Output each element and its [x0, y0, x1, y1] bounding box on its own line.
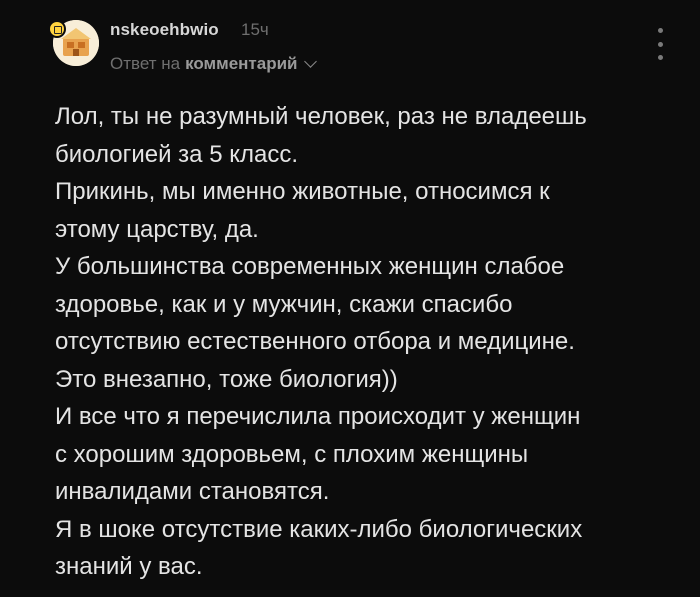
- comment-header: nskeoehbwio 15ч Ответ на комментарий: [0, 0, 700, 90]
- comment-timestamp: 15ч: [241, 20, 269, 39]
- comment-line: отсутствию естественного отбора и медици…: [55, 328, 575, 355]
- more-vertical-icon[interactable]: [652, 28, 668, 60]
- reply-target[interactable]: комментарий: [185, 54, 297, 74]
- more-dot: [657, 28, 663, 33]
- more-dot: [657, 41, 663, 47]
- comment-line: инвалидами становятся.: [55, 478, 330, 505]
- comment-line: Я в шоке отсутствие каких-либо биологиче…: [55, 515, 583, 543]
- chevron-down-icon[interactable]: [304, 55, 318, 68]
- comment-line: этому царству, да.: [55, 215, 259, 243]
- comment-line: Прикинь, мы именно животные, относимся к: [55, 178, 550, 205]
- author-name[interactable]: nskeoehbwio: [110, 20, 219, 40]
- comment-text: Лол, ты не разумный человек, раз не влад…: [55, 98, 685, 586]
- comment-line: Это внезапно, тоже биология)): [55, 365, 398, 393]
- comment-line: здоровье, как и у мужчин, скажи спасибо: [55, 290, 513, 318]
- reply-prefix: Ответ на: [110, 54, 181, 73]
- more-dot: [657, 55, 663, 60]
- comment-line: И все что я перечислила происходит у жен…: [55, 403, 581, 430]
- comment-line: Лол, ты не разумный человек, раз не влад…: [55, 103, 587, 130]
- comment-line: У большинства современных женщин слабое: [55, 253, 565, 280]
- comment-line: с хорошим здоровьем, с плохим женщины: [55, 440, 529, 468]
- reply-to-link[interactable]: Ответ на комментарий: [110, 54, 318, 74]
- comment-line: биологией за 5 класс.: [55, 140, 298, 168]
- premium-badge-icon: [48, 20, 66, 38]
- comment-line: знаний у вас.: [55, 553, 203, 580]
